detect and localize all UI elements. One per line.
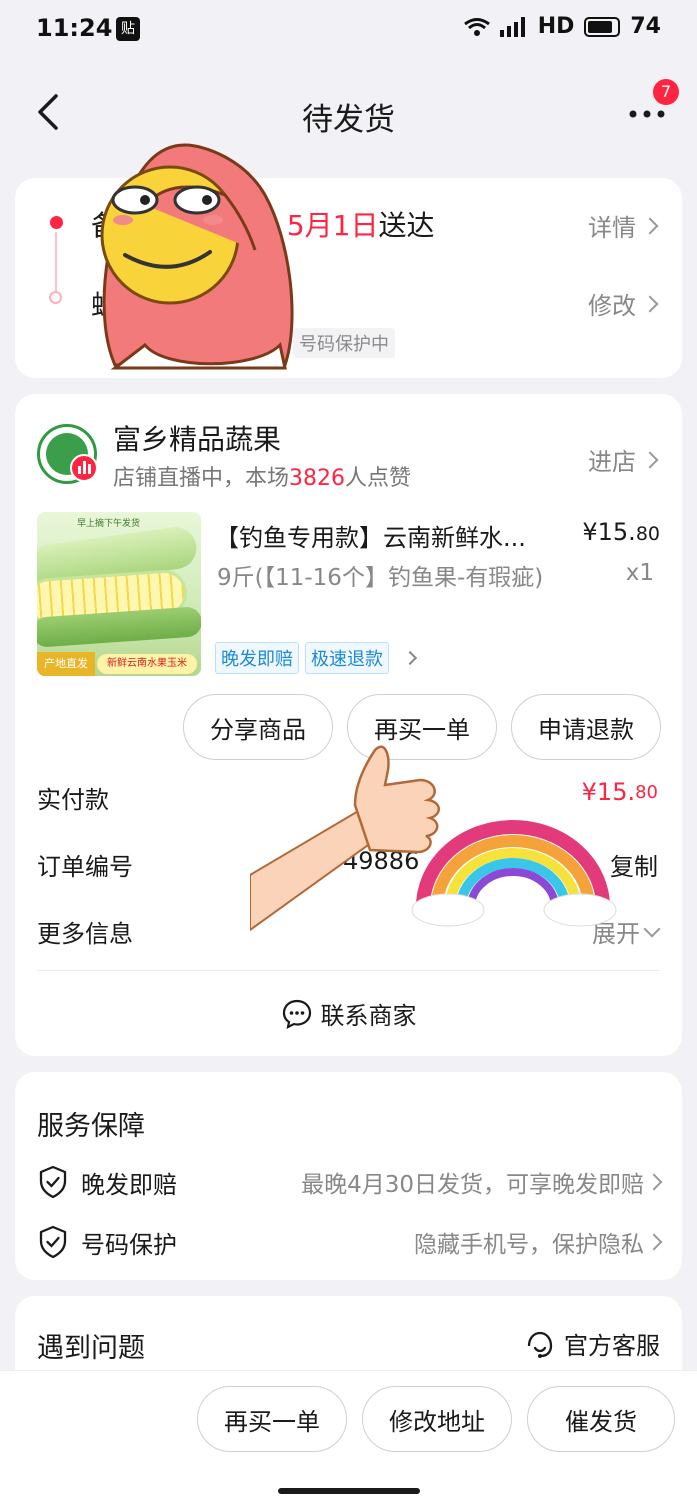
service-card: 服务保障 晚发即赔 最晚4月30日发货，可享晚发即赔 号码保护 隐藏手机号，保护… [15,1072,682,1280]
chat-bubble-icon [282,999,311,1029]
share-product-button[interactable]: 分享商品 [183,694,333,760]
product-title[interactable]: 【钓鱼专用款】云南新鲜水... [215,518,565,553]
chevron-down-icon [643,920,661,937]
network-label: HD [537,14,575,39]
chevron-right-icon [641,217,659,234]
wifi-icon [463,17,490,36]
service-name: 晚发即赔 [81,1170,177,1199]
price-int: ¥15. [582,518,636,546]
notification-icon: 贴 [116,17,140,41]
timeline-dot-active [50,216,63,229]
rebuy-bottom-button[interactable]: 再买一单 [197,1386,347,1452]
shield-check-icon [39,1165,67,1199]
status-time: 11:24 [36,14,113,42]
chevron-right-icon [645,1233,663,1251]
live-prefix: 店铺直播中，本场 [113,466,290,491]
enter-shop-link[interactable]: 进店 [588,442,659,477]
live-icon [70,454,98,482]
service-desc-text: 最晚4月30日发货，可享晚发即赔 [301,1172,644,1198]
tag-fast-refund: 极速退款 [305,642,389,674]
live-count: 3826 [289,466,346,491]
tag-late-ship-compensation: 晚发即赔 [215,642,299,674]
delivery-estimate: 备 5月1日送达 [91,204,434,244]
copy-order-no-button[interactable]: 复制 [610,847,658,882]
image-badge-right: 新鲜云南水果玉米 [97,654,197,674]
status-right: HD 74 [463,14,661,39]
official-support-button[interactable]: 官方客服 [524,1326,660,1361]
service-desc: 隐藏手机号，保护隐私 [414,1225,663,1259]
paid-amount: ¥15. 80 [582,778,658,806]
home-indicator [278,1488,420,1494]
service-row-late-ship[interactable]: 晚发即赔 最晚4月30日发货，可享晚发即赔 [37,1162,663,1202]
service-desc-text: 隐藏手机号，保护隐私 [414,1232,644,1258]
modify-label: 修改 [588,292,636,320]
chevron-right-icon [402,650,418,666]
order-no-value: 49886 [343,847,420,875]
expand-more-info-button[interactable]: 展开 [592,914,661,949]
more-info-label: 更多信息 [37,920,133,948]
product-image[interactable]: 早上摘下午发货 产地直发 新鲜云南水果玉米 [37,512,201,676]
message-badge: 7 [653,79,679,105]
image-badge-left: 产地直发 [37,652,95,676]
phone-protect-row: 号码保护中 [293,328,395,358]
headset-icon [527,1331,553,1358]
price-dec: 80 [635,523,660,545]
delivery-prefix: 备 [91,209,120,242]
service-name: 号码保护 [81,1230,177,1259]
battery-icon [584,16,621,37]
shop-name[interactable]: 富乡精品蔬果 [113,418,281,458]
order-card: 富乡精品蔬果 店铺直播中，本场3826人点赞 进店 早上摘下午发货 产地直发 新… [15,394,682,1056]
service-row-phone-protect[interactable]: 号码保护 隐藏手机号，保护隐私 [37,1222,663,1262]
phone-protect-tag: 号码保护中 [293,328,395,358]
status-bar: 11:24 贴 HD 74 [0,0,697,58]
image-top-text: 早上摘下午发货 [77,519,141,529]
nav-bar: 待发货 7 [0,70,697,156]
product-price: ¥15.80 [582,518,660,546]
order-detail-page: 11:24 贴 HD 74 待发货 7 备 5月1日送达 详情 蚂 修改 号码保… [0,0,697,1512]
bottom-action-bar: 再买一单 修改地址 催发货 [0,1370,697,1512]
chevron-right-icon [645,1173,663,1191]
chevron-right-icon [641,295,659,312]
paid-label: 实付款 [37,786,109,814]
product-qty: x1 [625,560,654,586]
delivery-date: 5月1日 [286,209,379,242]
expand-label: 展开 [592,920,640,948]
chevron-right-icon [641,451,659,468]
live-suffix: 人点赞 [345,466,412,491]
order-no-label: 订单编号 [37,853,133,881]
timeline-dot [49,291,62,304]
address-line: 蚂 [91,289,120,322]
modify-address-link[interactable]: 修改 [588,286,659,321]
signal-icon [499,16,525,37]
enter-shop-label: 进店 [588,448,636,476]
refund-button[interactable]: 申请退款 [511,694,661,760]
change-address-button[interactable]: 修改地址 [362,1386,512,1452]
paid-dec: 80 [635,781,658,803]
contact-label: 联系商家 [320,1002,417,1030]
timeline-line [55,232,57,294]
shield-check-icon [39,1225,67,1259]
divider [37,970,660,971]
urge-shipping-button[interactable]: 催发货 [527,1386,675,1452]
contact-merchant-button[interactable]: 联系商家 [15,996,682,1031]
shop-live-info: 店铺直播中，本场3826人点赞 [113,460,411,492]
delivery-card: 备 5月1日送达 详情 蚂 修改 号码保护中 [15,178,682,378]
rebuy-button[interactable]: 再买一单 [347,694,497,760]
product-spec: 9斤(【11-16个】钓鱼果-有瑕疵) [217,565,544,591]
detail-label: 详情 [588,214,636,242]
product-tags[interactable]: 晚发即赔 极速退款 [215,642,418,674]
delivery-suffix: 送达 [378,209,435,242]
service-desc: 最晚4月30日发货，可享晚发即赔 [301,1165,663,1199]
service-title: 服务保障 [37,1111,145,1142]
page-title: 待发货 [302,102,395,138]
delivery-detail-link[interactable]: 详情 [588,208,659,243]
problem-title: 遇到问题 [37,1333,145,1364]
support-label: 官方客服 [564,1332,660,1360]
paid-int: ¥15. [581,778,636,806]
battery-level: 74 [630,14,661,39]
